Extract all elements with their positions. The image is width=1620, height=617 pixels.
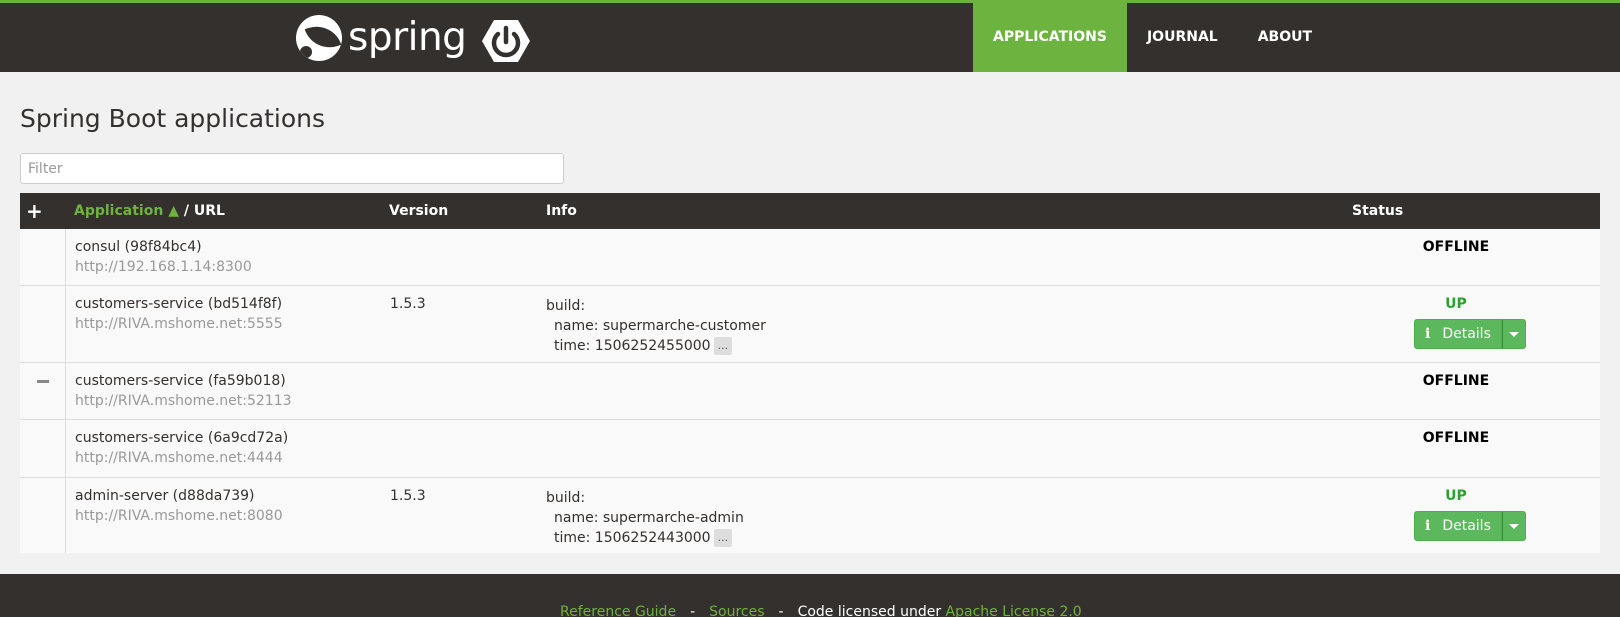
- filter-input[interactable]: [20, 153, 564, 184]
- info-time-line: time: 1506252443000...: [546, 528, 744, 548]
- column-version: Version: [389, 203, 449, 219]
- expand-all-icon[interactable]: +: [26, 193, 43, 229]
- details-button-group: i Details: [1414, 511, 1526, 541]
- info-build: build:: [546, 298, 586, 314]
- application-sort-label[interactable]: Application: [74, 203, 163, 219]
- license-text: Code licensed under: [797, 604, 942, 617]
- table-row: customers-service (6a9cd72a) http://RIVA…: [20, 420, 1600, 477]
- table-row: consul (98f84bc4) http://192.168.1.14:83…: [20, 229, 1600, 286]
- spring-boot-power-icon: [482, 20, 530, 62]
- table-row: admin-server (d88da739) http://RIVA.msho…: [20, 477, 1600, 553]
- info-more-button[interactable]: ...: [713, 529, 733, 547]
- status-badge: OFFLINE: [1422, 430, 1490, 446]
- caret-down-icon: [1509, 523, 1519, 529]
- info-more-button[interactable]: ...: [713, 337, 733, 355]
- app-url[interactable]: http://192.168.1.14:8300: [75, 259, 252, 275]
- app-version: 1.5.3: [390, 488, 426, 504]
- info-icon: i: [1425, 326, 1431, 342]
- info-name: name: supermarche-customer: [554, 318, 766, 334]
- url-column-label: / URL: [183, 203, 225, 219]
- footer-separator: -: [778, 604, 784, 617]
- top-navbar: spring APPLICATIONS JOURNAL ABOUT: [0, 0, 1620, 72]
- app-name: admin-server (d88da739): [75, 488, 255, 504]
- applications-table: + Application ▲ / URL Version Info Statu…: [20, 193, 1600, 553]
- column-status: Status: [1352, 203, 1404, 219]
- app-info: build: name: supermarche-customer time: …: [546, 296, 766, 356]
- footer: Reference Guide - Sources - Code licensed un…: [0, 574, 1620, 617]
- app-url[interactable]: http://RIVA.mshome.net:5555: [75, 316, 283, 332]
- row-gutter: [20, 478, 66, 553]
- app-name: customers-service (fa59b018): [75, 373, 286, 389]
- sources-link[interactable]: Sources: [709, 604, 764, 617]
- column-application[interactable]: Application ▲ / URL: [74, 193, 225, 229]
- info-time: time: 1506252443000: [554, 530, 711, 546]
- caret-down-icon: [1509, 331, 1519, 337]
- license-link[interactable]: Apache License 2.0: [946, 604, 1082, 617]
- footer-separator: -: [690, 604, 696, 617]
- status-badge: OFFLINE: [1422, 373, 1490, 389]
- status-badge: UP: [1445, 488, 1467, 504]
- table-header: + Application ▲ / URL Version Info Statu…: [20, 193, 1600, 229]
- app-info: build: name: supermarche-admin time: 150…: [546, 488, 744, 548]
- app-url[interactable]: http://RIVA.mshome.net:4444: [75, 450, 283, 466]
- main-nav: APPLICATIONS JOURNAL ABOUT: [973, 3, 1332, 72]
- sort-ascending-icon[interactable]: ▲: [168, 203, 179, 219]
- info-name: name: supermarche-admin: [554, 510, 744, 526]
- customers-service-group: customers-service (bd514f8f) http://RIVA…: [20, 286, 1600, 477]
- page-title: Spring Boot applications: [20, 104, 326, 133]
- status-badge: OFFLINE: [1422, 239, 1490, 255]
- details-button[interactable]: i Details: [1414, 319, 1502, 349]
- nav-journal[interactable]: JOURNAL: [1127, 3, 1238, 72]
- reference-guide-link[interactable]: Reference Guide: [560, 604, 676, 617]
- footer-links: Reference Guide - Sources - Code licensed un…: [560, 604, 1082, 617]
- app-name: customers-service (bd514f8f): [75, 296, 283, 312]
- details-label: Details: [1442, 326, 1491, 342]
- table-row: customers-service (bd514f8f) http://RIVA…: [20, 286, 1600, 363]
- spring-leaf-icon: [296, 15, 342, 61]
- details-dropdown-toggle[interactable]: [1502, 319, 1526, 349]
- spring-logo[interactable]: spring: [296, 15, 467, 61]
- table-row: customers-service (fa59b018) http://RIVA…: [20, 363, 1600, 420]
- details-dropdown-toggle[interactable]: [1502, 511, 1526, 541]
- app-url[interactable]: http://RIVA.mshome.net:8080: [75, 508, 283, 524]
- app-url[interactable]: http://RIVA.mshome.net:52113: [75, 393, 292, 409]
- info-time: time: 1506252455000: [554, 338, 711, 354]
- row-gutter: [20, 229, 66, 285]
- app-name: consul (98f84bc4): [75, 239, 202, 255]
- details-button-group: i Details: [1414, 319, 1526, 349]
- info-time-line: time: 1506252455000...: [546, 336, 766, 356]
- table-body: consul (98f84bc4) http://192.168.1.14:83…: [20, 229, 1600, 553]
- info-build: build:: [546, 490, 586, 506]
- info-icon: i: [1425, 518, 1431, 534]
- status-badge: UP: [1445, 296, 1467, 312]
- nav-about[interactable]: ABOUT: [1238, 3, 1332, 72]
- details-label: Details: [1442, 518, 1491, 534]
- nav-applications[interactable]: APPLICATIONS: [973, 3, 1127, 72]
- app-version: 1.5.3: [390, 296, 426, 312]
- details-button[interactable]: i Details: [1414, 511, 1502, 541]
- spring-wordmark: spring: [348, 15, 467, 60]
- app-name: customers-service (6a9cd72a): [75, 430, 289, 446]
- column-info: Info: [546, 203, 577, 219]
